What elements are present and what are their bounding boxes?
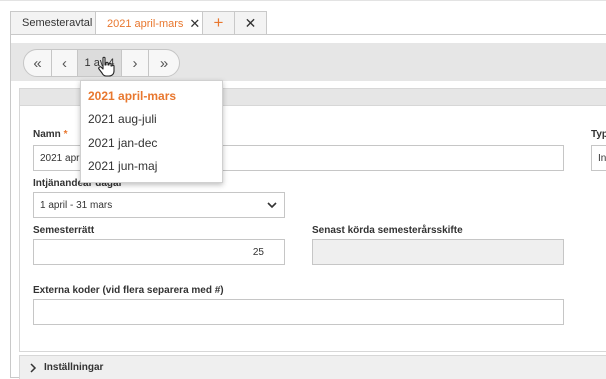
tab-label: 2021 april-mars	[107, 17, 184, 30]
double-chevron-left-icon: «	[33, 54, 42, 72]
last-page-button[interactable]: »	[149, 50, 179, 76]
required-marker: *	[63, 129, 68, 140]
namn-label: Namn *	[33, 129, 67, 140]
plus-icon: +	[213, 13, 224, 32]
installningar-label: Inställningar	[44, 362, 104, 373]
tab-2021-april-mars[interactable]: 2021 april-mars ✕	[95, 11, 203, 35]
tab-label: Semesteravtal	[22, 17, 93, 29]
double-chevron-right-icon: »	[159, 54, 169, 72]
namn-value: 2021 april	[40, 152, 84, 164]
semesterratt-value: 25	[252, 246, 264, 258]
typ-value: Int	[598, 152, 606, 164]
tab-semesteravtal[interactable]: Semesteravtal	[10, 11, 96, 34]
close-icon[interactable]: ✕	[189, 16, 200, 32]
add-tab-button[interactable]: +	[202, 11, 235, 34]
first-page-button[interactable]: «	[24, 50, 52, 76]
semesterratt-input[interactable]: 25	[33, 239, 285, 265]
typ-select[interactable]: Int	[591, 145, 606, 171]
typ-label: Typ	[591, 129, 606, 140]
dropdown-option[interactable]: 2021 jan-dec	[81, 131, 222, 155]
chevron-right-icon: ›	[132, 54, 138, 72]
previous-page-button[interactable]: ‹	[52, 50, 78, 76]
next-page-button[interactable]: ›	[122, 50, 149, 76]
senast-field	[312, 239, 564, 265]
namn-label-text: Namn	[33, 129, 61, 140]
close-icon: ✕	[244, 14, 257, 31]
installningar-section-toggle[interactable]: Inställningar	[19, 355, 606, 379]
dropdown-option[interactable]: 2021 jun-maj	[81, 155, 222, 179]
chevron-right-icon	[30, 362, 37, 373]
page-select-dropdown: 2021 april-mars 2021 aug-juli 2021 jan-d…	[80, 80, 223, 183]
externa-label: Externa koder (vid flera separera med #)	[33, 285, 224, 296]
semesterratt-label: Semesterrätt	[33, 225, 95, 236]
senast-label: Senast körda semesterårsskifte	[312, 225, 463, 236]
dropdown-option[interactable]: 2021 aug-juli	[81, 108, 222, 132]
intjanandear-select[interactable]: 1 april - 31 mars	[33, 192, 285, 218]
tab-bar: Semesteravtal 2021 april-mars ✕ + ✕	[10, 11, 267, 35]
hand-cursor-icon	[98, 56, 115, 77]
intjanandear-value: 1 april - 31 mars	[40, 199, 113, 211]
externa-input[interactable]	[33, 299, 564, 325]
chevron-down-icon	[267, 202, 277, 209]
chevron-left-icon: ‹	[62, 54, 67, 72]
dropdown-option[interactable]: 2021 april-mars	[81, 84, 222, 108]
close-all-tabs-button[interactable]: ✕	[234, 11, 267, 34]
top-divider	[0, 0, 606, 1]
